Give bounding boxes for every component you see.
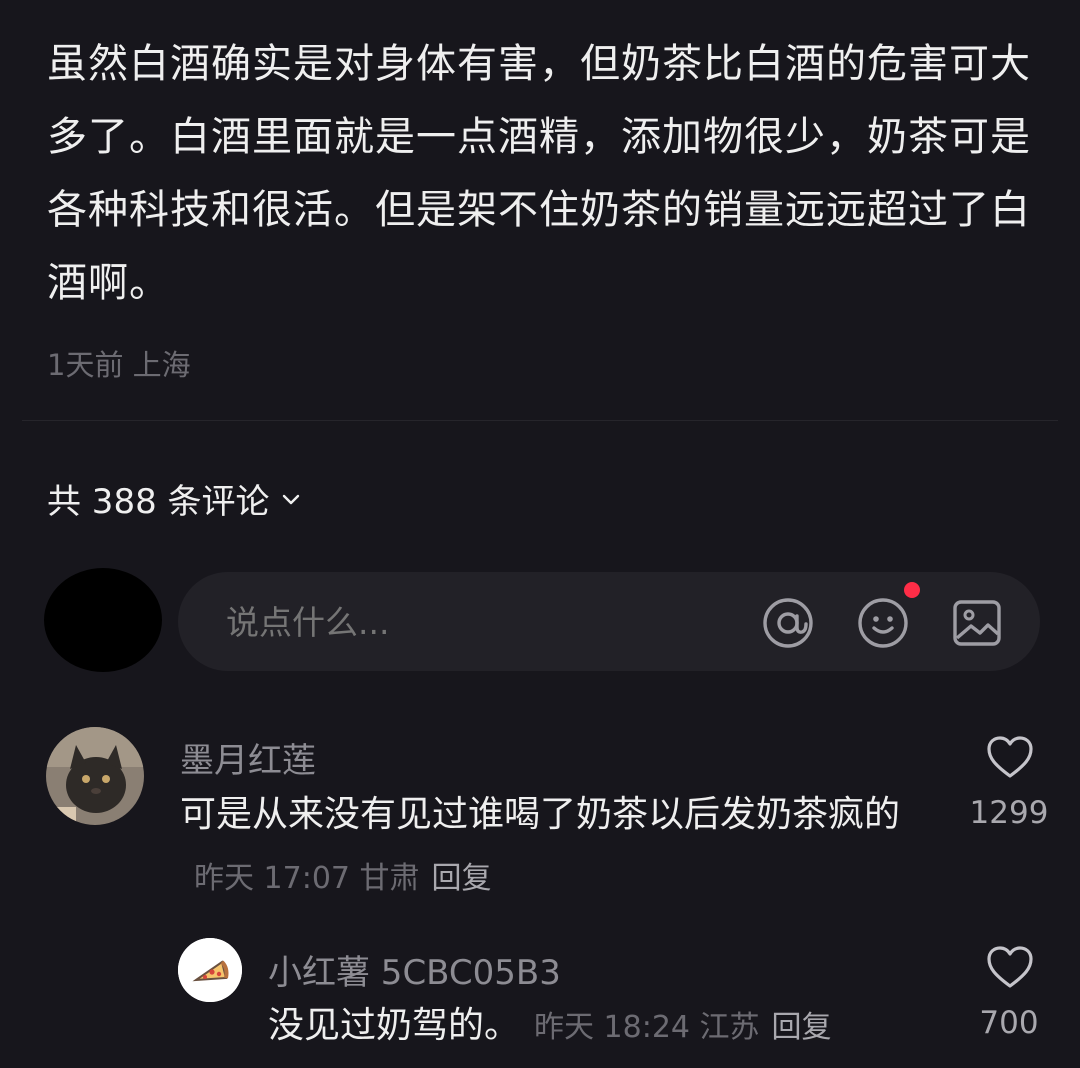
reply-meta: 昨天 18:24 江苏 <box>534 1010 760 1045</box>
comment-input-bar[interactable] <box>178 572 1040 671</box>
heart-icon[interactable] <box>985 944 1035 990</box>
at-icon <box>763 598 813 648</box>
chevron-down-icon <box>282 494 299 504</box>
comment-text: 可是从来没有见过谁喝了奶茶以后发奶茶疯的 <box>180 794 901 835</box>
comment-input[interactable] <box>224 602 708 643</box>
reply-text: 没见过奶驾的。 <box>268 1005 521 1046</box>
reply-button[interactable]: 回复 <box>772 1010 832 1045</box>
reply-avatar[interactable] <box>178 938 242 1002</box>
emoji-button[interactable] <box>856 596 910 650</box>
image-icon <box>953 600 1001 646</box>
reply-text-container: 没见过奶驾的。 昨天 18:24 江苏 回复 <box>268 995 928 1059</box>
pizza-icon <box>178 938 242 1002</box>
divider <box>22 420 1058 421</box>
heart-icon[interactable] <box>985 734 1035 780</box>
reply-username[interactable]: 小红薯 5CBC05B3 <box>268 945 561 994</box>
comment-count-toggle[interactable]: 共 388 条评论 <box>47 474 302 523</box>
post-body: 虽然白酒确实是对身体有害，但奶茶比白酒的危害可大多了。白酒里面就是一点酒精，添加… <box>47 41 1031 306</box>
image-button[interactable] <box>950 596 1004 650</box>
current-user-avatar[interactable] <box>44 568 162 672</box>
comment-text-container: 可是从来没有见过谁喝了奶茶以后发奶茶疯的昨天 17:07 甘肃 回复 <box>180 784 925 910</box>
comment-username[interactable]: 墨月红莲 <box>180 733 316 782</box>
notification-dot <box>904 582 920 598</box>
reply-button[interactable]: 回复 <box>432 861 492 896</box>
avatar[interactable] <box>46 727 144 825</box>
like-count: 1299 <box>969 795 1049 831</box>
emoji-icon <box>858 598 908 648</box>
post-meta: 1天前 上海 <box>47 348 191 382</box>
mention-button[interactable] <box>761 596 815 650</box>
cat-avatar-image <box>46 727 144 825</box>
reply-like-count: 700 <box>979 1005 1039 1041</box>
comment-meta: 昨天 17:07 甘肃 <box>194 861 420 896</box>
comment-count-label: 共 388 条评论 <box>47 482 270 522</box>
